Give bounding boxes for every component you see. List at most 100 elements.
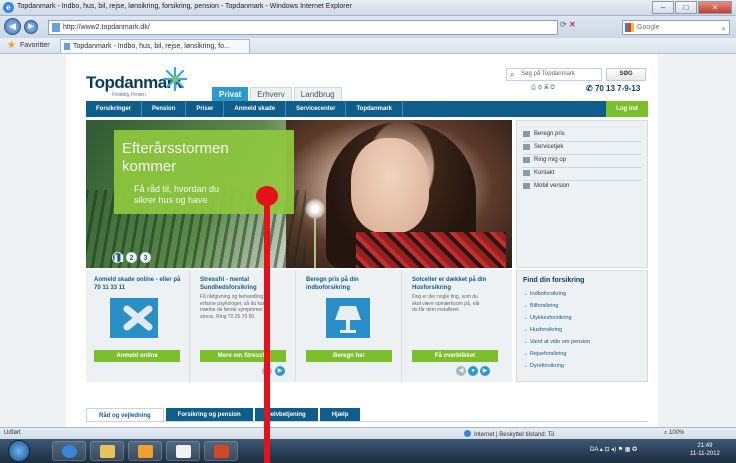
taskbar-ie[interactable] [52,441,86,461]
promo-card-button[interactable]: Få overblikket [412,350,498,362]
window-controls: – □ ✕ [651,1,732,14]
find-link[interactable]: → Ulykkesforsikring [523,315,572,321]
tab-forsikring-og-pension[interactable]: Forsikring og pension [165,408,253,422]
title-bar: e Topdanmark - Indbo, hus, bil, rejse, l… [0,0,736,16]
find-link-label: Rejseforsikring [530,351,567,357]
language-indicator[interactable]: DA [590,447,598,453]
cards-page-3[interactable]: ▶ [480,366,490,376]
promo-card-title[interactable]: Stressfri - mental Sundhedsforsikring [200,276,292,292]
stop-icon[interactable]: ✕ [569,20,576,29]
find-link[interactable]: → Husforsikring [523,327,562,333]
nav-anmeld-skade[interactable]: Anmeld skade [224,101,287,117]
maximize-button[interactable]: □ [675,1,697,14]
quicklink-ring-mig-op[interactable]: Ring mig op [523,157,566,163]
quicklink-label: Ring mig op [534,157,567,163]
taskbar-app[interactable] [204,441,238,461]
nav-servicecenter[interactable]: Servicecenter [286,101,347,117]
settings-icon[interactable]: ⚙ [537,85,542,91]
browser-tab[interactable]: Topdanmark - Indbo, hus, bil, rejse, løn… [60,39,250,53]
status-text: Udført [4,430,21,436]
tab-hjaelp[interactable]: Hjælp [319,408,361,422]
quicklinks-box: Beregn pris Servicetjek Ring mig op Kont… [516,120,648,268]
hero-pager-item-3[interactable]: 3 [140,252,151,263]
tab-erhverv[interactable]: Erhverv [250,87,292,101]
tab-privat[interactable]: Privat [212,87,249,101]
promo-card: Beregn pris på din indboforsikring Bereg… [298,270,402,382]
search-icon[interactable]: ⌕ [722,22,726,35]
minimize-button[interactable]: – [652,1,674,14]
bottom-tabs: Råd og vejledning Forsikring og pension … [86,408,362,422]
taskbar-app[interactable] [128,441,162,461]
calculator-icon [523,131,530,137]
find-link[interactable]: → Dyreforsikring [523,363,564,369]
promo-card: Anmeld skade online - eller på 70 11 33 … [86,270,190,382]
ie-icon: e [3,2,14,13]
find-insurance-heading: Find din forsikring [523,277,585,284]
nav-priser[interactable]: Priser [186,101,225,117]
help-icon[interactable]: ◎ [550,85,555,91]
promo-card-button[interactable]: Anmeld online [94,350,180,362]
divider [523,167,641,168]
nav-topdanmark[interactable]: Topdanmark [346,101,403,117]
promo-card-title[interactable]: Anmeld skade online - eller på 70 11 33 … [94,276,186,292]
cards-page-1[interactable]: ◀ [456,366,466,376]
find-link[interactable]: → Rejseforsikring [523,351,566,357]
cards-page-2[interactable]: ● [468,366,478,376]
find-insurance-box: Find din forsikring → Indboforsikring → … [516,270,648,382]
zoom-control[interactable]: ⌕ 100% [664,430,684,437]
search-engine-name: Google [637,24,660,31]
divider [523,154,641,155]
promo-card-title[interactable]: Solceller er dækket på din Husforsikring [412,276,504,292]
hero-photo-face [351,138,429,233]
red-pointer-line [264,193,270,463]
favorites-button[interactable]: Favoritter [20,42,50,49]
taskbar-explorer[interactable] [90,441,124,461]
quicklink-beregn-pris[interactable]: Beregn pris [523,131,565,137]
quicklink-kontakt[interactable]: Kontakt [523,170,554,176]
browser-search-field[interactable]: Google ⌕ [622,20,730,35]
refresh-icon[interactable]: ⟳ [560,20,567,29]
find-link-label: Bilforsikring [530,303,559,309]
print-icon[interactable]: ⎙ [531,85,536,91]
taskbar-app[interactable] [166,441,200,461]
nav-forsikringer[interactable]: Forsikringer [86,101,143,117]
tray-icons[interactable]: ▴ ⊡ ◂) ⚑ ▦ ✪ [600,447,637,453]
text-size-icon[interactable]: ▣ [544,85,549,91]
promo-card-title[interactable]: Beregn pris på din indboforsikring [306,276,398,292]
promo-card-button[interactable]: Beregn her [306,350,392,362]
app-icon [138,445,153,458]
promo-card-button[interactable]: Mere om Stressfri [200,350,286,362]
hero-pager-item-2[interactable]: 2 [126,252,137,263]
site-search-input[interactable]: ⌕ Søg på Topdanmark [506,68,602,81]
main-navigation: Forsikringer Pension Priser Anmeld skade… [86,101,648,117]
cards-next-icon[interactable]: ▶ [275,366,285,376]
tab-title: Topdanmark - Indbo, hus, bil, rejse, løn… [73,43,230,50]
favorites-star-icon[interactable]: ★ [7,40,16,51]
security-zone: Internet | Beskyttet tilstand: Til [464,430,554,438]
find-link[interactable]: → Bilforsikring [523,303,558,309]
quicklink-mobil-version[interactable]: Mobil version [523,183,569,189]
quicklink-servicetjek[interactable]: Servicetjek [523,144,563,150]
hero-pager-pause-icon[interactable]: ❚❚ [112,252,125,263]
start-button[interactable] [8,440,30,462]
find-link[interactable]: → Vand at vide om pension [523,339,590,345]
utility-icons: ⎙ ⚙ ▣ ◎ [531,85,555,92]
login-button[interactable]: Log ind [606,101,648,117]
site-search-button[interactable]: SØG [606,68,646,81]
nav-pension[interactable]: Pension [142,101,187,117]
find-link-label: Husforsikring [530,327,563,333]
promo-cards: Anmeld skade online - eller på 70 11 33 … [86,270,512,382]
url-field[interactable]: http://www2.topdanmark.dk/ [48,20,558,35]
forward-button[interactable]: ▶ [24,20,38,34]
mobile-icon [523,183,530,189]
back-button[interactable]: ◀ [4,18,21,35]
tab-raad-og-vejledning[interactable]: Råd og vejledning [86,408,164,422]
bandage-icon [123,305,153,331]
hero-headline: Efterårsstormen kommer [122,140,229,176]
tab-landbrug[interactable]: Landbrug [293,87,342,101]
hero-banner[interactable]: Efterårsstormen kommer Få råd til, hvorda… [86,120,512,268]
find-link[interactable]: → Indboforsikring [523,291,566,297]
close-button[interactable]: ✕ [698,1,732,14]
clock[interactable]: 21:49 11-11-2012 [690,442,720,458]
divider [523,180,641,181]
